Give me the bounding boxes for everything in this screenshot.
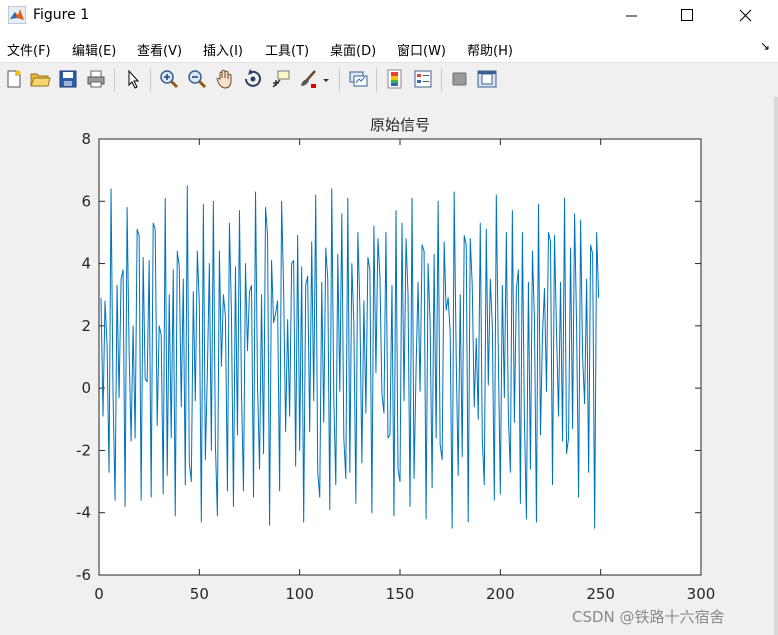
chart-area[interactable]: 0 50 100 150 200 250 300 -6 -4 -2 0 2 4 6 8 原始信号 (0, 97, 774, 635)
close-icon (739, 9, 752, 22)
matlab-logo-icon (8, 6, 26, 24)
axes-box (98, 138, 702, 576)
y-tick-label: 6 (81, 192, 91, 210)
toolbar-separator (339, 68, 340, 92)
new-figure-icon[interactable] (3, 68, 25, 90)
window-title: Figure 1 (33, 7, 90, 23)
x-tick-label: 50 (190, 585, 209, 603)
link-plot-icon[interactable] (347, 68, 369, 90)
watermark: CSDN @铁路十六宿舍 (572, 608, 725, 626)
x-tick-label: 300 (687, 585, 716, 603)
show-plot-tools-icon[interactable] (476, 68, 498, 90)
minimize-icon (626, 15, 637, 17)
x-tick-label: 250 (586, 585, 615, 603)
rotate-3d-icon[interactable] (242, 68, 264, 90)
menu-view[interactable]: 查看(V) (137, 40, 182, 59)
y-tick-label: 4 (81, 255, 91, 273)
x-tick-label: 150 (386, 585, 415, 603)
minimize-button[interactable] (608, 0, 654, 32)
menu-file[interactable]: 文件(F) (7, 40, 51, 59)
zoom-out-icon[interactable] (186, 68, 208, 90)
menu-window[interactable]: 窗口(W) (397, 40, 446, 59)
y-tick-label: 8 (81, 130, 91, 148)
menu-desktop[interactable]: 桌面(D) (330, 40, 376, 59)
maximize-button[interactable] (664, 0, 710, 32)
menu-tools[interactable]: 工具(T) (265, 40, 309, 59)
maximize-icon (681, 9, 693, 21)
y-tick-label: 2 (81, 317, 91, 335)
figure-canvas: 0 50 100 150 200 250 300 -6 -4 -2 0 2 4 6 8 原始信号 (0, 97, 774, 635)
data-cursor-icon[interactable] (270, 68, 292, 90)
menu-help[interactable]: 帮助(H) (467, 40, 513, 59)
open-file-icon[interactable] (29, 68, 51, 90)
brush-dropdown-icon[interactable] (320, 68, 332, 90)
print-icon[interactable] (85, 68, 107, 90)
y-tick-label: -2 (76, 441, 91, 459)
window-edge (774, 97, 778, 635)
zoom-in-icon[interactable] (158, 68, 180, 90)
menu-dock-arrow[interactable]: ↘ (760, 39, 770, 53)
toolbar-separator (114, 68, 115, 92)
x-tick-label: 0 (94, 585, 104, 603)
hide-plot-tools-icon[interactable] (449, 68, 471, 90)
menu-bar: 文件(F) 编辑(E) 查看(V) 插入(I) 工具(T) 桌面(D) 窗口(W… (0, 38, 778, 60)
title-bar: Figure 1 (0, 0, 778, 32)
y-tick-label: 0 (81, 379, 91, 397)
figure-toolbar (0, 62, 778, 97)
colorbar-icon[interactable] (384, 68, 406, 90)
toolbar-separator (376, 68, 377, 92)
x-tick-label: 100 (285, 585, 314, 603)
x-tick-label: 200 (486, 585, 515, 603)
brush-icon[interactable] (298, 68, 320, 90)
y-tick-label: -4 (76, 504, 91, 522)
menu-insert[interactable]: 插入(I) (203, 40, 243, 59)
toolbar-separator (441, 68, 442, 92)
y-tick-label: -6 (76, 566, 91, 584)
pan-hand-icon[interactable] (214, 68, 236, 90)
legend-icon[interactable] (412, 68, 434, 90)
chart-title: 原始信号 (370, 116, 430, 134)
menu-edit[interactable]: 编辑(E) (72, 40, 116, 59)
pointer-icon[interactable] (122, 68, 144, 90)
close-button[interactable] (722, 0, 768, 32)
save-icon[interactable] (57, 68, 79, 90)
toolbar-separator (150, 68, 151, 92)
